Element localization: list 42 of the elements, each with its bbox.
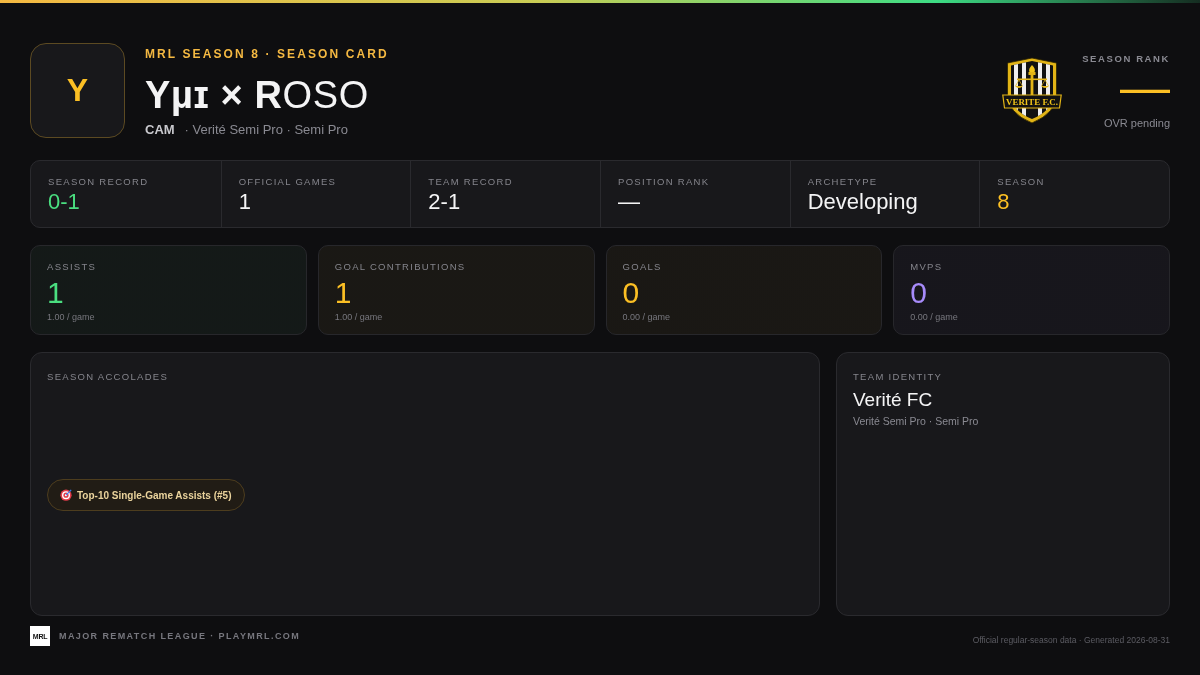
team-division: Verité Semi Pro · Semi Pro bbox=[853, 415, 980, 428]
stat-value: 0-1 bbox=[48, 189, 81, 215]
stat-label: SEASON bbox=[997, 176, 1046, 188]
player-position: CAM bbox=[145, 122, 175, 138]
metric-label: GOAL CONTRIBUTIONS bbox=[334, 261, 467, 273]
rank-note: OVR pending bbox=[1103, 116, 1170, 130]
season-eyebrow: MRL SEASON 8 · SEASON CARD bbox=[145, 47, 389, 61]
stat-value: 1 bbox=[238, 189, 252, 215]
player-avatar: Y bbox=[30, 43, 125, 138]
metric-label: GOALS bbox=[622, 261, 663, 273]
data-note: Official regular-season data · Generated 2026-08-31 bbox=[972, 635, 1170, 645]
stat-label: ARCHETYPE bbox=[807, 176, 879, 188]
accolade-label: Top-10 Single-Game Assists (#5) bbox=[77, 489, 232, 501]
metric-value: 0 bbox=[622, 276, 641, 310]
rank-value: — bbox=[1120, 72, 1170, 102]
metric-value: 1 bbox=[334, 276, 353, 310]
metric-label: ASSISTS bbox=[47, 261, 98, 273]
team-name: Verité FC bbox=[853, 389, 934, 411]
league-name: MAJOR REMATCH LEAGUE · PLAYMRL.COM bbox=[59, 631, 301, 641]
player-name: Yµɪ × ROSO bbox=[145, 75, 370, 115]
metric-rate: 0.00 / game bbox=[910, 311, 959, 323]
metric-value: 1 bbox=[47, 276, 65, 310]
stat-label: OFFICIAL GAMES bbox=[238, 176, 338, 188]
stat-label: TEAM RECORD bbox=[428, 176, 514, 188]
stat-value: 2-1 bbox=[428, 189, 462, 215]
metric-label: MVPS bbox=[910, 261, 944, 273]
metric-value: 0 bbox=[910, 276, 928, 310]
panel-title: TEAM IDENTITY bbox=[853, 371, 944, 383]
crest-drawing bbox=[1002, 57, 1063, 124]
crest-text: VERITE F.C. bbox=[1006, 96, 1059, 107]
panel-title: SEASON ACCOLADES bbox=[47, 371, 170, 383]
stat-value: 8 bbox=[997, 189, 1011, 215]
stat-value: Developing bbox=[807, 189, 919, 215]
metric-rate: 1.00 / game bbox=[47, 311, 96, 323]
target-icon bbox=[60, 489, 72, 501]
rank-label: SEASON RANK bbox=[1082, 53, 1170, 65]
metric-rate: 0.00 / game bbox=[622, 311, 672, 323]
stat-label: SEASON RECORD bbox=[48, 176, 150, 188]
stat-value: — bbox=[618, 189, 641, 215]
metric-rate: 1.00 / game bbox=[334, 311, 384, 323]
player-affiliation: · Verité Semi Pro · Semi Pro bbox=[184, 122, 348, 138]
stat-label: POSITION RANK bbox=[618, 176, 711, 188]
